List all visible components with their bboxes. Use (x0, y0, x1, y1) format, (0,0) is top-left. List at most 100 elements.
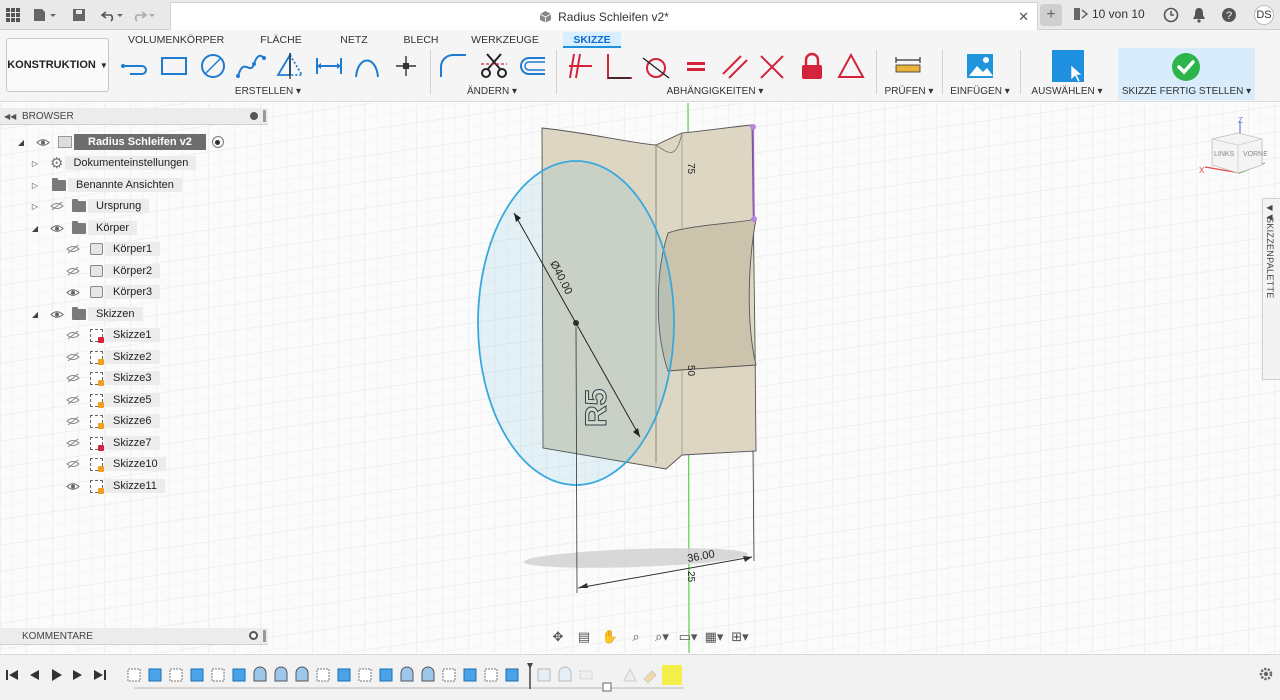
offset-tool-icon[interactable] (517, 50, 547, 82)
tree-item-benannte-ansichten[interactable]: ▷ Benannte Ansichten (30, 175, 182, 195)
finish-sketch-panel[interactable]: SKIZZE FERTIG STELLEN ▾ (1118, 48, 1255, 100)
zoom-icon[interactable]: ⌕ (626, 628, 646, 646)
notification-bell-icon[interactable] (1190, 6, 1208, 24)
conic-tool-icon[interactable] (352, 50, 382, 82)
tree-item-dokumenteinstellungen[interactable]: ▷ ⚙ Dokumenteinstellungen (30, 153, 197, 173)
user-avatar[interactable]: DS (1254, 5, 1274, 25)
symmetry-constraint-icon[interactable] (836, 50, 866, 82)
hidden-eye-icon[interactable] (66, 266, 80, 276)
hidden-eye-icon[interactable] (66, 416, 80, 426)
tree-item-ursprung[interactable]: ▷ Ursprung (30, 196, 150, 216)
tab-flaeche[interactable]: FLÄCHE (254, 32, 308, 48)
tree-item-sketch[interactable]: Skizze1 (66, 325, 160, 345)
hidden-eye-icon[interactable] (66, 395, 80, 405)
tangent-constraint-icon[interactable] (641, 50, 671, 82)
orbit-icon[interactable]: ✥ (548, 628, 568, 646)
group-abhaengigkeiten[interactable]: ABHÄNGIGKEITEN ▾ (655, 86, 775, 97)
perpendicular-constraint-icon[interactable] (604, 50, 634, 82)
tab-blech[interactable]: BLECH (398, 32, 444, 48)
panel-pin-icon[interactable] (263, 630, 266, 642)
hidden-eye-icon[interactable] (66, 438, 80, 448)
app-grid-icon[interactable] (4, 6, 22, 24)
visibility-eye-icon[interactable] (66, 287, 80, 297)
display-settings-icon[interactable]: ▭▾ (678, 628, 698, 646)
collapse-panel-icon[interactable]: ◀◀ (4, 112, 16, 121)
step-forward-icon[interactable] (70, 667, 86, 683)
browser-header[interactable]: ◀◀ BROWSER (0, 108, 268, 125)
tree-item-sketch[interactable]: Skizze6 (66, 411, 160, 431)
group-auswaehlen[interactable]: AUSWÄHLEN ▾ (1026, 86, 1108, 97)
group-erstellen[interactable]: ERSTELLEN ▾ (226, 86, 310, 97)
group-aendern[interactable]: ÄNDERN ▾ (455, 86, 529, 97)
tree-item-body[interactable]: Körper2 (66, 261, 161, 281)
grid-settings-icon[interactable]: ▦▾ (704, 628, 724, 646)
hidden-eye-icon[interactable] (66, 330, 80, 340)
document-tab[interactable]: Radius Schleifen v2* ✕ (170, 2, 1038, 30)
expanded-triangle-icon[interactable]: ◢ (30, 224, 40, 233)
zoom-window-icon[interactable]: ⌕▾ (652, 628, 672, 646)
close-tab-icon[interactable]: ✕ (1018, 9, 1029, 25)
collapsed-triangle-icon[interactable]: ▷ (30, 159, 40, 168)
tree-item-sketch[interactable]: Skizze5 (66, 390, 160, 410)
look-at-icon[interactable]: ▤ (574, 628, 594, 646)
fillet-tool-icon[interactable] (438, 50, 468, 82)
tree-item-koerper[interactable]: ◢ Körper (30, 218, 138, 238)
sketch-circle[interactable] (477, 160, 675, 486)
tree-item-body[interactable]: Körper1 (66, 239, 161, 259)
mirror-tool-icon[interactable] (275, 50, 305, 82)
tree-item-skizzen[interactable]: ◢ Skizzen (30, 304, 143, 324)
visibility-eye-icon[interactable] (36, 137, 50, 147)
clock-icon[interactable] (1162, 6, 1180, 24)
new-tab-button[interactable]: + (1040, 4, 1062, 26)
undo-icon[interactable] (100, 6, 126, 24)
timeline-track[interactable] (124, 663, 694, 693)
dimension-50-text[interactable]: 50 (685, 365, 696, 377)
group-pruefen[interactable]: PRÜFEN ▾ (880, 86, 938, 97)
pan-hand-icon[interactable]: ✋ (600, 628, 620, 646)
expanded-triangle-icon[interactable]: ◢ (30, 310, 40, 319)
visibility-eye-icon[interactable] (66, 481, 80, 491)
step-back-icon[interactable] (26, 667, 42, 683)
collinear-constraint-icon[interactable] (757, 50, 787, 82)
select-tool-icon[interactable] (1051, 49, 1085, 83)
comments-header[interactable]: KOMMENTARE (0, 628, 268, 645)
tab-netz[interactable]: NETZ (334, 32, 374, 48)
file-menu-icon[interactable] (32, 6, 58, 24)
insert-image-icon[interactable] (965, 50, 995, 82)
equal-constraint-icon[interactable] (681, 50, 711, 82)
add-comment-icon[interactable] (249, 631, 258, 640)
tab-werkzeuge[interactable]: WERKZEUGE (470, 32, 540, 48)
tree-item-sketch[interactable]: Skizze7 (66, 433, 160, 453)
hidden-eye-icon[interactable] (66, 459, 80, 469)
collapsed-triangle-icon[interactable]: ▷ (30, 181, 40, 190)
circle-tool-icon[interactable] (198, 50, 228, 82)
coincident-constraint-icon[interactable] (566, 50, 596, 82)
expanded-triangle-icon[interactable]: ◢ (16, 138, 26, 147)
parallel-constraint-icon[interactable] (719, 50, 749, 82)
trim-tool-icon[interactable] (479, 50, 509, 82)
tree-item-body[interactable]: Körper3 (66, 282, 161, 302)
panel-options-icon[interactable] (250, 112, 258, 120)
measure-tool-icon[interactable] (893, 50, 923, 82)
go-to-start-icon[interactable] (4, 667, 20, 683)
visibility-eye-icon[interactable] (50, 309, 64, 319)
point-tool-icon[interactable] (391, 50, 421, 82)
panel-pin-icon[interactable] (263, 110, 266, 122)
job-status[interactable]: 10 von 10 (1074, 7, 1145, 21)
fix-constraint-lock-icon[interactable] (797, 50, 827, 82)
hidden-eye-icon[interactable] (50, 201, 64, 211)
tree-item-sketch[interactable]: Skizze2 (66, 347, 160, 367)
line-tool-icon[interactable] (120, 50, 150, 82)
spline-tool-icon[interactable] (236, 50, 266, 82)
hidden-eye-icon[interactable] (66, 373, 80, 383)
workspace-switcher[interactable]: KONSTRUKTION ▼ (6, 38, 109, 92)
help-icon[interactable]: ? (1220, 6, 1238, 24)
rectangle-tool-icon[interactable] (159, 50, 189, 82)
tree-item-sketch[interactable]: Skizze10 (66, 454, 166, 474)
visibility-eye-icon[interactable] (50, 223, 64, 233)
timeline-group-icon[interactable] (602, 682, 612, 692)
dimension-25-text[interactable]: 25 (685, 571, 696, 583)
redo-icon[interactable] (132, 6, 158, 24)
collapsed-triangle-icon[interactable]: ▷ (30, 202, 40, 211)
tab-volumenkoerper[interactable]: VOLUMENKÖRPER (128, 32, 224, 48)
